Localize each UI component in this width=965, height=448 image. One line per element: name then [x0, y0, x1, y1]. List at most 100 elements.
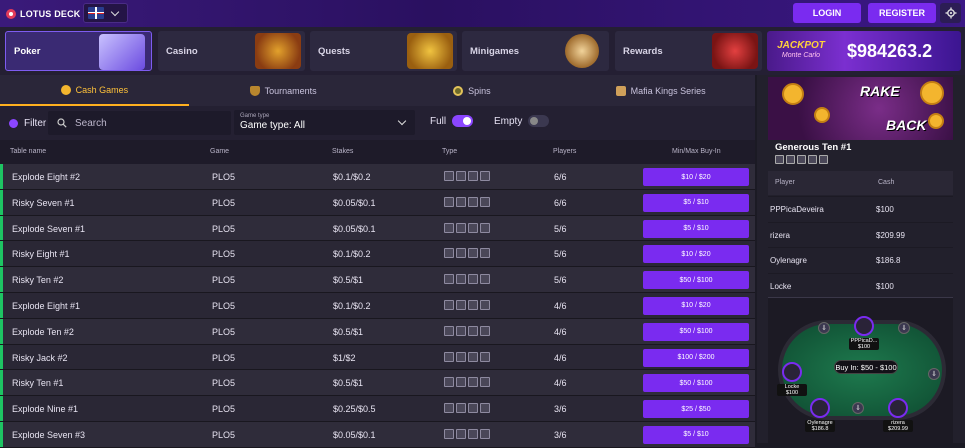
table-icon — [468, 171, 478, 181]
game-type-caption: Game type — [240, 113, 270, 119]
table-name: Explode Seven #1 — [12, 223, 86, 234]
game-type: PLO5 — [212, 326, 236, 337]
category-nav: Poker Casino Quests Minigames Rewards JA… — [0, 27, 965, 75]
tab-cash-games[interactable]: Cash Games — [0, 75, 189, 106]
buyin-button[interactable]: $10 / $20 — [643, 296, 749, 315]
players-count: 3/6 — [554, 429, 567, 440]
tab-spins[interactable]: Spins — [378, 75, 567, 106]
col-table-name[interactable]: Table name — [10, 148, 46, 155]
dollar-icon — [444, 196, 454, 207]
table-row[interactable]: Explode Eight #2 PLO5 $0.1/$0.2 6/6 $10 / $2… — [0, 164, 755, 190]
table-row[interactable]: Explode Ten #2 PLO5 $0.5/$1 4/6 $50 / $100 — [0, 318, 755, 345]
settings-button[interactable] — [940, 3, 961, 23]
buyin-button[interactable]: $50 / $100 — [643, 322, 749, 341]
chevron-down-icon — [110, 7, 120, 16]
buyin-button[interactable]: $5 / $10 — [643, 425, 749, 444]
game-type: PLO5 — [212, 404, 236, 415]
players-count: 5/6 — [554, 275, 567, 286]
tab-mafia-kings-series[interactable]: Mafia Kings Series — [566, 75, 755, 106]
nav-label: Poker — [14, 45, 41, 57]
register-button[interactable]: REGISTER — [868, 3, 936, 23]
rakeback-promo-banner[interactable]: RAKE BACK — [768, 77, 953, 140]
empty-toggle[interactable] — [528, 115, 550, 127]
type-icon — [808, 155, 817, 164]
buyin-button[interactable]: $5 / $10 — [643, 219, 749, 238]
table-row[interactable]: Explode Eight #1 PLO5 $0.1/$0.2 4/6 $10 / $2… — [0, 292, 755, 319]
table-row[interactable]: Risky Ten #1 PLO5 $0.5/$1 4/6 $50 / $100 — [0, 370, 755, 397]
col-type[interactable]: Type — [442, 148, 457, 155]
nav-casino[interactable]: Casino — [158, 31, 305, 71]
table-row[interactable]: Risky Seven #1 PLO5 $0.05/$0.1 6/6 $5 / $10 — [0, 189, 755, 216]
nav-minigames[interactable]: Minigames — [462, 31, 609, 71]
col-stakes[interactable]: Stakes — [332, 148, 353, 155]
filter-button[interactable]: Filter — [9, 118, 46, 129]
table-row[interactable]: Explode Seven #3 PLO5 $0.05/$0.1 3/6 $5 / $1… — [0, 421, 755, 448]
game-tabs: Cash Games Tournaments Spins Mafia Kings… — [0, 75, 755, 106]
players-count: 5/6 — [554, 223, 567, 234]
language-selector[interactable] — [83, 3, 128, 23]
player-avatar[interactable] — [782, 362, 802, 382]
stakes: $0.5/$1 — [333, 326, 364, 337]
ball-icon — [565, 34, 599, 68]
selected-table-title: Generous Ten #1 — [775, 142, 852, 153]
buyin-button[interactable]: $25 / $50 — [643, 400, 749, 419]
nav-quests[interactable]: Quests — [310, 31, 457, 71]
player-name: Oylenagre — [770, 256, 807, 265]
bomb-icon — [480, 222, 490, 233]
buyin-button[interactable]: $10 / $20 — [643, 168, 749, 186]
stakes: $0.5/$1 — [333, 378, 364, 389]
buyin-button[interactable]: $100 / $200 — [643, 348, 749, 367]
empty-seat-icon[interactable]: ⇓ — [898, 322, 910, 334]
nav-label: Casino — [166, 45, 198, 57]
game-type: PLO5 — [212, 352, 236, 363]
player-row: PPPicaDeveira $100 — [768, 196, 953, 221]
game-type: PLO5 — [212, 300, 236, 311]
table-row[interactable]: Explode Seven #1 PLO5 $0.05/$0.1 5/6 $5 / $1… — [0, 215, 755, 242]
type-icons — [444, 171, 490, 181]
buyin-button[interactable]: $50 / $100 — [643, 271, 749, 290]
empty-seat-icon[interactable]: ⇓ — [928, 368, 940, 380]
game-type: PLO5 — [212, 378, 236, 389]
player-list-header: Player Cash — [768, 171, 953, 195]
buyin-button[interactable]: $5 / $10 — [643, 193, 749, 212]
search-input[interactable] — [75, 117, 225, 129]
mafia-hat-icon — [615, 85, 626, 96]
empty-seat-icon[interactable]: ⇓ — [852, 402, 864, 414]
player-avatar[interactable] — [854, 316, 874, 336]
full-toggle[interactable] — [452, 115, 474, 127]
player-avatar[interactable] — [810, 398, 830, 418]
dollar-icon — [444, 428, 454, 439]
table-icon — [468, 248, 478, 259]
player-avatar[interactable] — [888, 398, 908, 418]
table-name: Risky Seven #1 — [12, 197, 75, 208]
table-name: Explode Nine #1 — [12, 404, 79, 415]
stakes: $0.1/$0.2 — [333, 172, 371, 182]
filter-label: Filter — [24, 117, 47, 129]
player-cash: $100 — [876, 205, 894, 214]
players-count: 3/6 — [554, 404, 567, 415]
buyin-button[interactable]: $50 / $100 — [643, 374, 749, 393]
tab-tournaments[interactable]: Tournaments — [189, 75, 378, 106]
table-row[interactable]: Risky Eight #1 PLO5 $0.1/$0.2 5/6 $10 / $20 — [0, 241, 755, 268]
game-type-select[interactable]: Game type Game type: All — [234, 110, 415, 135]
table-icon — [468, 377, 478, 388]
col-buyin[interactable]: Min/Max Buy-In — [672, 148, 721, 155]
buyin-button[interactable]: $10 / $20 — [643, 245, 749, 264]
table-row[interactable]: Explode Nine #1 PLO5 $0.25/$0.5 3/6 $25 / $5… — [0, 396, 755, 422]
tab-label: Mafia Kings Series — [630, 85, 706, 96]
nav-rewards[interactable]: Rewards — [615, 31, 762, 71]
jackpot-banner[interactable]: JACKPOT Monte Carlo $984263.2 — [767, 31, 961, 71]
row-status-marker — [0, 318, 3, 344]
logo[interactable]: LOTUS DECK — [6, 8, 81, 19]
col-game[interactable]: Game — [210, 148, 229, 155]
table-row[interactable]: Risky Jack #2 PLO5 $1/$2 4/6 $100 / $200 — [0, 344, 755, 371]
empty-seat-icon[interactable]: ⇓ — [818, 322, 830, 334]
login-button[interactable]: LOGIN — [793, 3, 861, 23]
col-players[interactable]: Players — [553, 148, 576, 155]
cards-icon — [456, 325, 466, 336]
table-row[interactable]: Risky Ten #2 PLO5 $0.5/$1 5/6 $50 / $100 — [0, 267, 755, 293]
nav-poker[interactable]: Poker — [5, 31, 152, 71]
table-name: Explode Eight #2 — [12, 172, 81, 182]
cards-icon — [456, 248, 466, 259]
table-icon — [468, 222, 478, 233]
